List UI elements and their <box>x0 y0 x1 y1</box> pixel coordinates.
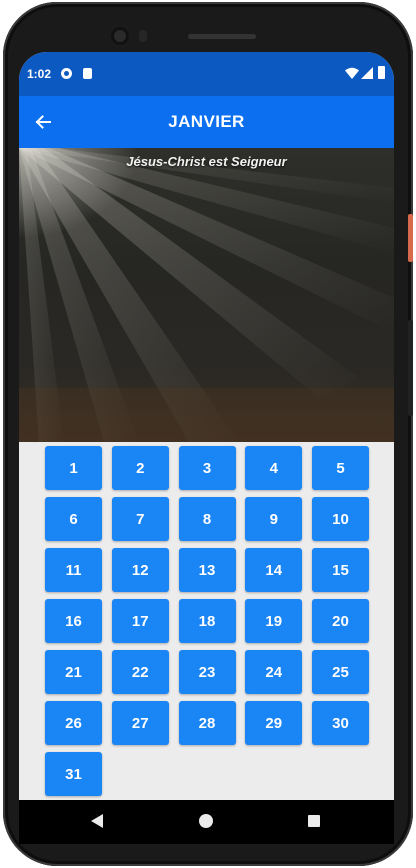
day-button[interactable]: 31 <box>45 752 102 796</box>
day-button[interactable]: 5 <box>312 446 369 490</box>
day-button[interactable]: 13 <box>178 548 236 592</box>
day-button[interactable]: 2 <box>111 446 169 490</box>
hero-caption: Jésus-Christ est Seigneur <box>126 154 287 169</box>
status-time: 1:02 <box>27 67 52 81</box>
hero-image: Jésus-Christ est Seigneur <box>19 148 394 442</box>
day-button[interactable]: 17 <box>111 599 169 643</box>
day-button[interactable]: 26 <box>45 701 102 745</box>
nav-home-icon[interactable] <box>199 814 213 828</box>
day-button[interactable]: 9 <box>245 497 303 541</box>
earpiece-speaker <box>188 34 256 39</box>
battery-icon <box>378 66 385 79</box>
page-title: JANVIER <box>168 112 245 131</box>
notification-icon <box>61 68 72 79</box>
day-button[interactable]: 29 <box>245 701 303 745</box>
light-rays-image <box>19 148 394 442</box>
day-button[interactable]: 30 <box>312 701 369 745</box>
nav-back-icon[interactable] <box>91 814 103 828</box>
app-bar: JANVIER <box>19 96 394 148</box>
day-button[interactable]: 6 <box>45 497 102 541</box>
day-button[interactable]: 19 <box>245 599 303 643</box>
day-button[interactable]: 1 <box>45 446 102 490</box>
day-button[interactable]: 15 <box>312 548 369 592</box>
nav-recents-icon[interactable] <box>308 815 320 827</box>
screen: 1:02 JANVIER Jésus-Christ est Seigneur 1… <box>19 52 394 800</box>
day-button[interactable]: 24 <box>245 650 303 694</box>
day-grid: 1 2 3 4 5 6 7 8 9 10 11 12 13 14 15 16 17 18 19 20 21 22 23 24 2… <box>45 446 369 796</box>
day-button[interactable]: 3 <box>178 446 236 490</box>
day-button[interactable]: 23 <box>178 650 236 694</box>
day-button[interactable]: 21 <box>45 650 102 694</box>
day-button[interactable]: 10 <box>312 497 369 541</box>
day-button[interactable]: 16 <box>45 599 102 643</box>
day-button[interactable]: 22 <box>111 650 169 694</box>
day-button[interactable]: 25 <box>312 650 369 694</box>
wifi-icon <box>345 67 359 79</box>
power-button <box>408 214 413 262</box>
day-button[interactable]: 14 <box>245 548 303 592</box>
day-button[interactable]: 12 <box>111 548 169 592</box>
day-button[interactable]: 18 <box>178 599 236 643</box>
sensor <box>139 30 147 42</box>
sim-card-icon <box>83 68 92 79</box>
day-button[interactable]: 8 <box>178 497 236 541</box>
day-button[interactable]: 27 <box>111 701 169 745</box>
day-button[interactable]: 28 <box>178 701 236 745</box>
signal-icon <box>361 67 373 79</box>
day-button[interactable]: 20 <box>312 599 369 643</box>
day-button[interactable]: 4 <box>245 446 303 490</box>
status-bar: 1:02 <box>19 52 394 96</box>
day-button[interactable]: 11 <box>45 548 102 592</box>
day-button[interactable]: 7 <box>111 497 169 541</box>
front-camera <box>111 27 129 45</box>
navigation-bar <box>19 800 394 844</box>
volume-button <box>408 320 413 416</box>
